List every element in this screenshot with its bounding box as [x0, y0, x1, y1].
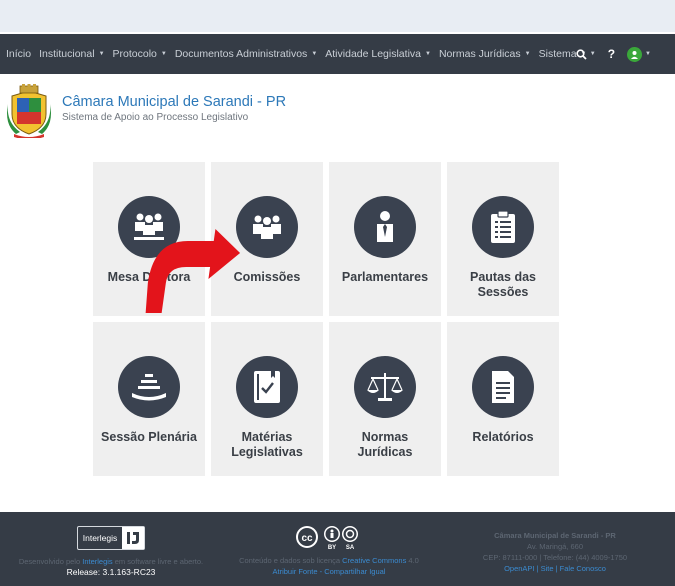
tile-label: Normas Jurídicas [357, 430, 413, 459]
brand-title: Câmara Municipal de Sarandi - PR [62, 94, 287, 110]
svg-text:cc: cc [301, 533, 313, 544]
tile-label: Comissões [233, 270, 301, 284]
caret-down-icon: ▼ [98, 51, 105, 57]
scales-icon [354, 356, 416, 418]
nav-menu: Início Institucional ▼ Protocolo ▼ Documen… [2, 34, 591, 74]
caret-down-icon: ▼ [311, 51, 318, 57]
footer-address: Av. Maringá, 660 [526, 542, 583, 551]
browser-top-strip [0, 0, 675, 32]
developer-line: Desenvolvido pelo Interlegis em software… [18, 557, 204, 566]
caret-down-icon: ▼ [160, 51, 167, 57]
plenary-icon [118, 356, 180, 418]
caret-down-icon: ▼ [645, 51, 651, 57]
tile-pautas-das-sessoes[interactable]: Pautas das Sessões [447, 162, 559, 316]
tile-label: Sessão Plenária [101, 430, 197, 444]
group-icon [118, 196, 180, 258]
license-line: Conteúdo e dados sob licença Creative Co… [239, 556, 419, 565]
tile-label: Pautas das Sessões [469, 270, 536, 299]
caret-down-icon: ▼ [589, 51, 596, 57]
footer-links[interactable]: OpenAPI | Site | Fale Conosco [440, 563, 670, 574]
person-icon [354, 196, 416, 258]
interlegis-mark-icon [122, 527, 145, 549]
tile-label: Mesa Diretora [107, 270, 191, 284]
footer-license: cc BY SA Conteúdo e dados sob licença Cr… [222, 512, 436, 586]
creative-commons-link[interactable]: Creative Commons [342, 556, 406, 565]
help-button[interactable]: ? [608, 47, 615, 61]
interlegis-logo[interactable]: Interlegis [76, 526, 146, 550]
tile-comissoes[interactable]: Comissões [211, 162, 323, 316]
search-icon [576, 48, 587, 60]
caret-down-icon: ▼ [524, 51, 531, 57]
nav-right-tools: ▼ ? ▼ [576, 34, 651, 74]
footer-phone: CEP: 87111-000 | Telefone: (44) 4009-175… [482, 553, 628, 562]
main-shortcut-grid: Mesa Diretora Comissões Parlamentares Pa… [93, 162, 559, 476]
tile-sessao-plenaria[interactable]: Sessão Plenária [93, 322, 205, 476]
document-icon [472, 356, 534, 418]
tile-parlamentares[interactable]: Parlamentares [329, 162, 441, 316]
footer-developer: Interlegis Desenvolvido pelo Interlegis … [0, 512, 222, 586]
tile-mesa-diretora[interactable]: Mesa Diretora [93, 162, 205, 316]
svg-text:BY: BY [328, 545, 336, 550]
page-footer: Interlegis Desenvolvido pelo Interlegis … [0, 512, 675, 586]
user-menu[interactable]: ▼ [627, 46, 651, 62]
tile-materias-legislativas[interactable]: Matérias Legislativas [211, 322, 323, 476]
municipal-crest-logo [7, 84, 51, 138]
release-version: Release: 3.1.163-RC23 [66, 567, 156, 577]
group-icon [236, 196, 298, 258]
brand-text: Câmara Municipal de Sarandi - PR Sistema… [62, 94, 286, 123]
top-navbar: Início Institucional ▼ Protocolo ▼ Documen… [0, 34, 675, 74]
clipboard-icon [472, 196, 534, 258]
interlegis-link[interactable]: Interlegis [82, 557, 112, 566]
brand-subtitle: Sistema de Apoio ao Processo Legislativo [62, 112, 249, 123]
tile-label: Relatórios [472, 430, 534, 444]
tile-relatorios[interactable]: Relatórios [447, 322, 559, 476]
book-icon [236, 356, 298, 418]
nav-item-atividade-legislativa[interactable]: Atividade Legislativa ▼ [321, 48, 435, 60]
nav-item-protocolo[interactable]: Protocolo ▼ [109, 48, 171, 60]
brand-header[interactable]: Câmara Municipal de Sarandi - PR Sistema… [6, 84, 286, 138]
license-terms-link[interactable]: Atribuir Fonte - Compartilhar Igual [222, 566, 436, 577]
search-dropdown[interactable]: ▼ [576, 48, 596, 60]
tile-normas-juridicas[interactable]: Normas Jurídicas [329, 322, 441, 476]
caret-down-icon: ▼ [425, 51, 431, 57]
nav-item-normas-juridicas[interactable]: Normas Jurídicas ▼ [435, 48, 535, 60]
cc-by-sa-icon[interactable]: cc BY SA [294, 524, 364, 550]
nav-item-documentos-administrativos[interactable]: Documentos Administrativos ▼ [171, 48, 321, 60]
footer-contact: Câmara Municipal de Sarandi - PR Av. Mar… [440, 512, 670, 586]
footer-org-name: Câmara Municipal de Sarandi - PR [494, 531, 616, 540]
user-icon [627, 46, 643, 62]
svg-text:SA: SA [346, 545, 355, 550]
nav-item-inicio[interactable]: Início [2, 48, 35, 60]
nav-item-institucional[interactable]: Institucional ▼ [35, 48, 108, 60]
tile-label: Parlamentares [341, 270, 429, 284]
tile-label: Matérias Legislativas [231, 430, 303, 459]
